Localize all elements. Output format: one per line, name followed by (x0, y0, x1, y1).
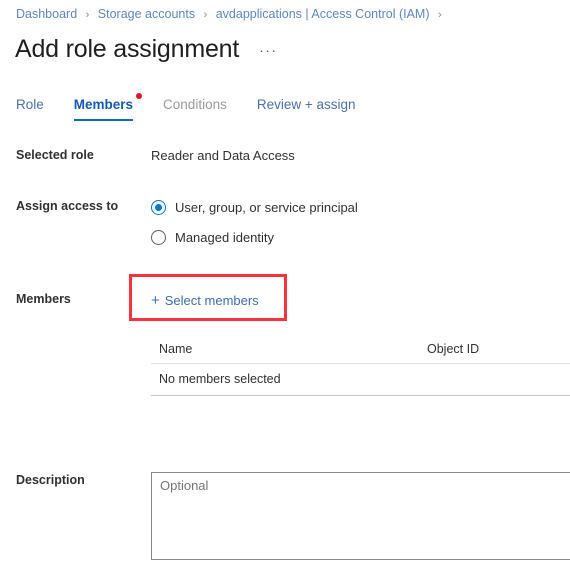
tab-role[interactable]: Role (16, 97, 44, 121)
tab-review-assign-label: Review + assign (256, 97, 356, 112)
members-label: Members (16, 292, 71, 306)
tab-review-assign[interactable]: Review + assign (257, 97, 356, 121)
column-header-object-id: Object ID (419, 340, 570, 364)
tab-conditions[interactable]: Conditions (163, 97, 227, 121)
breadcrumb-item-storage-accounts[interactable]: Storage accounts (98, 7, 195, 21)
assign-access-to-radio-group: User, group, or service principal Manage… (151, 195, 570, 250)
members-empty-message: No members selected (151, 363, 570, 396)
assign-access-to-label: Assign access to (16, 199, 119, 213)
breadcrumb-item-access-control[interactable]: avdapplications | Access Control (IAM) (216, 7, 430, 21)
page-header: Add role assignment ··· (0, 23, 570, 64)
select-members-label: Select members (164, 293, 259, 308)
radio-managed-identity[interactable]: Managed identity (151, 225, 570, 250)
tab-members-label: Members (73, 97, 134, 112)
more-options-icon[interactable]: ··· (259, 42, 278, 58)
breadcrumb-separator-icon: › (203, 9, 208, 21)
radio-selected-icon (151, 200, 166, 215)
breadcrumb-separator-icon: › (437, 9, 442, 21)
page-title: Add role assignment (15, 35, 240, 63)
radio-user-group-service-principal-label: User, group, or service principal (175, 200, 358, 215)
breadcrumb-item-dashboard[interactable]: Dashboard (16, 7, 77, 21)
breadcrumb: Dashboard › Storage accounts › avdapplic… (0, 0, 570, 23)
members-table: Name Object ID No members selected (151, 340, 570, 396)
select-members-button[interactable]: + Select members (151, 291, 259, 310)
role-assignment-form: Selected role Reader and Data Access Ass… (0, 121, 570, 563)
form-row-assign-access-to: Assign access to User, group, or service… (0, 198, 570, 250)
tab-members[interactable]: Members (73, 93, 143, 121)
breadcrumb-separator-icon: › (85, 9, 90, 21)
plus-icon: + (151, 292, 160, 309)
tab-role-label: Role (16, 97, 44, 112)
column-header-name: Name (151, 340, 419, 364)
selected-role-value: Reader and Data Access (151, 148, 295, 163)
radio-unselected-icon (151, 230, 166, 245)
description-label: Description (16, 473, 85, 487)
table-header-row: Name Object ID (151, 340, 570, 364)
form-row-selected-role: Selected role Reader and Data Access (0, 147, 570, 164)
tab-bar: Role Members Conditions Review + assign (0, 64, 570, 121)
form-row-members: Members + Select members Name Object ID … (0, 274, 570, 396)
radio-user-group-service-principal[interactable]: User, group, or service principal (151, 195, 570, 220)
tab-members-required-dot-icon (136, 93, 143, 99)
table-row: No members selected (151, 363, 570, 396)
description-textarea[interactable] (151, 472, 570, 560)
form-row-description: Description (0, 472, 570, 563)
radio-managed-identity-label: Managed identity (175, 230, 275, 245)
tab-conditions-label: Conditions (163, 97, 227, 112)
selected-role-label: Selected role (16, 148, 94, 162)
